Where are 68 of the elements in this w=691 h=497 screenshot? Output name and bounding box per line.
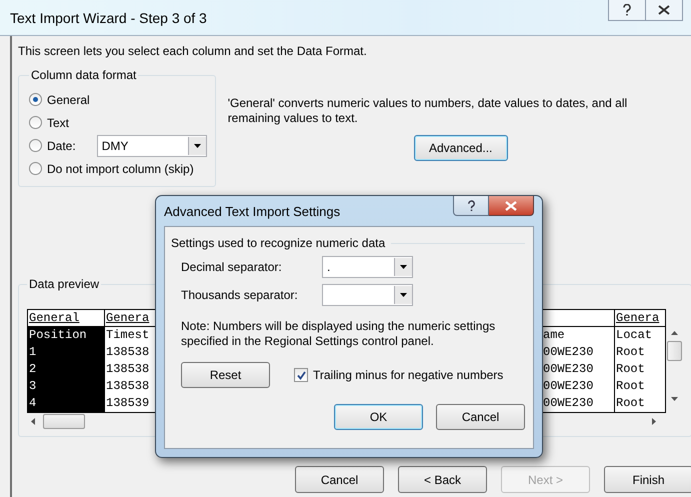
radio-label: General (47, 92, 90, 106)
checkbox-label: Trailing minus for negative numbers (313, 368, 504, 382)
column-header: Genera (105, 310, 156, 327)
table-cell-text: 138539 (105, 395, 150, 412)
caret-icon (194, 144, 201, 148)
dialog-button[interactable]: OK (334, 404, 423, 430)
dialog-button[interactable]: Cancel (436, 404, 525, 430)
field-label: Decimal separator: (181, 260, 283, 274)
help-button[interactable] (453, 196, 489, 216)
caret-icon (400, 293, 407, 297)
checkbox[interactable] (294, 368, 308, 382)
caret-icon (400, 265, 407, 269)
table-cell-text: Root (615, 361, 646, 378)
instruction-text: This screen lets you select each column and set the Data Format. (18, 44, 368, 58)
scroll-thumb[interactable] (43, 414, 85, 428)
dialog-title: Advanced Text Import Settings (164, 204, 340, 218)
table-cell-text: Root (615, 344, 646, 361)
check-mark-icon (296, 370, 306, 380)
table-cell-text: ame (542, 327, 566, 344)
table-cell-text: 138538 (105, 361, 150, 378)
table-cell-text: 00WE230 (542, 378, 594, 395)
scroll-thumb[interactable] (667, 341, 682, 361)
radio-label: Date: (47, 138, 76, 152)
note-text: Note: Numbers will be displayed using the numeric settings specified in the Regional Settings control panel. (180, 319, 496, 349)
close-button[interactable] (489, 196, 534, 216)
group-label: Data preview (28, 277, 100, 291)
scroll-down-icon (671, 397, 678, 401)
wizard-button[interactable]: Cancel (295, 466, 384, 493)
separator-dropdown[interactable] (322, 284, 413, 306)
group-label: Column data format (30, 68, 138, 82)
table-cell-text: Root (615, 378, 646, 395)
radio-label: Text (47, 116, 70, 130)
table-cell-text: 00WE230 (542, 361, 594, 378)
table-cell-text: 138538 (105, 344, 150, 361)
wizard-button[interactable]: Finish (604, 466, 691, 493)
question-mark-icon (622, 4, 632, 16)
close-button[interactable] (646, 0, 683, 21)
format-description: 'General' converts numeric values to numbers, date values to dates, and all remaining values to text. (228, 96, 628, 126)
radio-button[interactable] (29, 139, 42, 152)
window-title: Text Import Wizard - Step 3 of 3 (10, 10, 207, 26)
table-cell-text: 00WE230 (542, 344, 594, 361)
radio-button[interactable] (29, 93, 42, 106)
column-header: General (28, 310, 104, 327)
table-cell-text: 138538 (105, 378, 150, 395)
help-button[interactable] (608, 0, 646, 21)
preview-column[interactable]: Genera Locat Root Root Root Root (615, 310, 665, 412)
radio-label: Do not import column (skip) (47, 162, 194, 176)
table-cell-text: Root (615, 395, 646, 412)
scroll-up-icon (671, 331, 678, 335)
preview-column[interactable]: General Position 1 2 3 4 (28, 310, 105, 412)
group-label: Settings used to recognize numeric data (171, 236, 386, 250)
close-icon (658, 5, 670, 15)
separator-dropdown[interactable]: . (322, 256, 413, 278)
wizard-button[interactable]: < Back (398, 466, 487, 493)
field-label: Thousands separator: (181, 288, 299, 302)
radio-button[interactable] (29, 162, 42, 175)
table-cell-text: 00WE230 (542, 395, 594, 412)
scroll-right-icon (652, 418, 656, 424)
scroll-left-icon (31, 418, 35, 424)
table-cell-text: Timest (105, 327, 150, 344)
radio-button[interactable] (29, 116, 42, 129)
advanced-button[interactable]: Advanced... (414, 135, 508, 161)
column-header: Genera (615, 310, 665, 327)
reset-button[interactable]: Reset (181, 362, 270, 388)
date-order-dropdown[interactable]: DMY (96, 134, 207, 156)
close-icon (505, 200, 517, 210)
question-mark-icon (466, 200, 476, 212)
table-cell-text: Locat (615, 327, 654, 344)
